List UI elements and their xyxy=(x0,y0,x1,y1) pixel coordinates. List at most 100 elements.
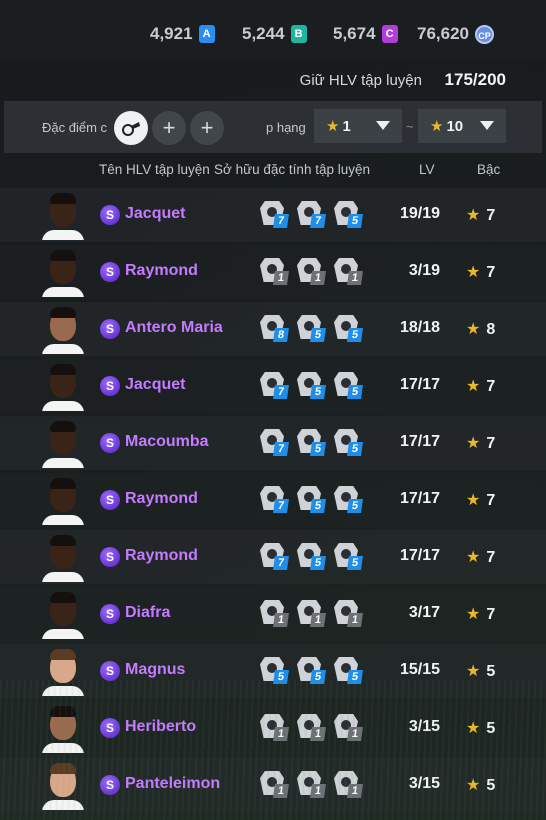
trait-slot[interactable]: 1 xyxy=(258,258,294,286)
trait-slot[interactable]: 5 xyxy=(332,429,368,457)
grade-s-badge: S xyxy=(100,262,120,282)
trait-slot[interactable]: 1 xyxy=(258,771,294,799)
trait-slot[interactable]: 5 xyxy=(295,543,331,571)
column-traits-header[interactable]: Sở hữu đặc tính tập luyện xyxy=(214,162,370,177)
trait-slot[interactable]: 7 xyxy=(258,372,294,400)
trait-level: 7 xyxy=(273,385,289,399)
trait-slot[interactable]: 1 xyxy=(258,600,294,628)
trait-slot[interactable]: 7 xyxy=(258,429,294,457)
trait-slot[interactable]: 1 xyxy=(258,714,294,742)
coach-level: 3/15 xyxy=(408,718,440,735)
coach-row[interactable]: S Macoumba 7 5 5 17/17 ★ 7 xyxy=(0,416,546,470)
trait-slot[interactable]: 5 xyxy=(332,486,368,514)
trait-slot[interactable]: 1 xyxy=(295,771,331,799)
trait-level: 7 xyxy=(273,556,289,570)
star-icon: ★ xyxy=(466,492,481,509)
trait-level: 5 xyxy=(347,442,363,456)
trait-slot[interactable]: 1 xyxy=(295,258,331,286)
coach-row[interactable]: S Panteleimon 1 1 1 3/15 ★ 5 xyxy=(0,758,546,812)
rank-filter-label: p hạng xyxy=(266,120,306,135)
star-icon: ★ xyxy=(466,663,481,680)
star-icon: ★ xyxy=(326,118,340,135)
star-icon: ★ xyxy=(466,378,481,395)
coach-rank: ★ 7 xyxy=(466,433,495,453)
coach-row[interactable]: S Diafra 1 1 1 3/17 ★ 7 xyxy=(0,587,546,641)
trait-slot[interactable]: 1 xyxy=(332,258,368,286)
column-rank-header[interactable]: Bậc xyxy=(477,162,500,177)
rank-from-select[interactable]: ★ 1 xyxy=(314,109,402,143)
trait-slot[interactable]: 5 xyxy=(295,372,331,400)
coach-row[interactable]: S Raymond 1 1 1 3/19 ★ 7 xyxy=(0,245,546,299)
chevron-down-icon xyxy=(376,121,390,130)
coach-name: Raymond xyxy=(125,490,198,507)
trait-slot[interactable]: 7 xyxy=(258,486,294,514)
coach-level: 18/18 xyxy=(399,319,440,336)
coach-name: Diafra xyxy=(125,604,171,621)
trait-level: 5 xyxy=(310,328,326,342)
table-header: Tên HLV tập luyện Sở hữu đặc tính tập lu… xyxy=(0,154,546,184)
coach-row[interactable]: S Jacquet 7 5 5 17/17 ★ 7 xyxy=(0,359,546,413)
trait-filter-slot-1[interactable] xyxy=(114,111,148,145)
coach-rank-value: 8 xyxy=(486,321,496,338)
rank-to-select[interactable]: ★ 10 xyxy=(418,109,506,143)
trait-level: 7 xyxy=(273,499,289,513)
coach-row[interactable]: S Antero Maria 8 5 5 18/18 ★ 8 xyxy=(0,302,546,356)
filter-bar: Đặc điểm c + + p hạng ★ 1 ~ ★ 10 xyxy=(4,101,542,153)
grade-s-badge: S xyxy=(100,433,120,453)
trait-slot[interactable]: 5 xyxy=(332,372,368,400)
trait-slot[interactable]: 5 xyxy=(295,486,331,514)
trait-level: 1 xyxy=(310,784,326,798)
coach-rank-value: 7 xyxy=(486,207,496,224)
trait-filter-add-1[interactable]: + xyxy=(152,111,186,145)
coach-row[interactable]: S Raymond 7 5 5 17/17 ★ 7 xyxy=(0,530,546,584)
trait-slot[interactable]: 7 xyxy=(258,201,294,229)
trait-slot[interactable]: 7 xyxy=(295,201,331,229)
currency-bar: 4,921 A 5,244 B 5,674 C 76,620 CP xyxy=(0,0,546,60)
coach-rank: ★ 7 xyxy=(466,547,495,567)
trait-level: 5 xyxy=(347,328,363,342)
trait-level: 1 xyxy=(273,613,289,627)
trait-level: 5 xyxy=(310,385,326,399)
coach-row[interactable]: S Raymond 7 5 5 17/17 ★ 7 xyxy=(0,473,546,527)
coach-row[interactable]: S Jacquet 7 7 5 19/19 ★ 7 xyxy=(0,188,546,242)
coach-list-panel: Giữ HLV tập luyện 175/200 Đặc điểm c + +… xyxy=(0,60,546,820)
trait-slot[interactable]: 5 xyxy=(295,429,331,457)
coach-avatar xyxy=(42,646,84,696)
coach-avatar xyxy=(42,703,84,753)
coach-avatar xyxy=(42,760,84,810)
coach-count-value: 175/200 xyxy=(444,70,506,89)
column-name-header[interactable]: Tên HLV tập luyện xyxy=(99,162,210,177)
trait-level: 5 xyxy=(347,385,363,399)
trait-slot[interactable]: 5 xyxy=(332,543,368,571)
coach-rank: ★ 5 xyxy=(466,775,495,795)
coach-row[interactable]: S Magnus 5 5 5 15/15 ★ 5 xyxy=(0,644,546,698)
rank-to-value: 10 xyxy=(446,117,464,135)
trait-level: 5 xyxy=(310,442,326,456)
trait-filter-add-2[interactable]: + xyxy=(190,111,224,145)
trait-slot[interactable]: 5 xyxy=(258,657,294,685)
coach-name: Raymond xyxy=(125,262,198,279)
star-icon: ★ xyxy=(466,321,481,338)
column-lv-header[interactable]: LV xyxy=(419,162,435,177)
trait-slot[interactable]: 1 xyxy=(332,771,368,799)
whistle-trait-icon xyxy=(122,122,140,136)
currency-b-icon: B xyxy=(290,25,307,43)
trait-level: 5 xyxy=(347,670,363,684)
trait-slot[interactable]: 8 xyxy=(258,315,294,343)
trait-slot[interactable]: 5 xyxy=(332,315,368,343)
trait-slot[interactable]: 1 xyxy=(295,600,331,628)
trait-slot[interactable]: 5 xyxy=(295,657,331,685)
coach-avatar xyxy=(42,589,84,639)
currency-cp: 76,620 CP xyxy=(417,24,494,44)
chevron-down-icon xyxy=(480,121,494,130)
trait-slot[interactable]: 1 xyxy=(295,714,331,742)
trait-slot[interactable]: 1 xyxy=(332,714,368,742)
coach-row[interactable]: S Heriberto 1 1 1 3/15 ★ 5 xyxy=(0,701,546,755)
trait-slot[interactable]: 1 xyxy=(332,600,368,628)
trait-slot[interactable]: 7 xyxy=(258,543,294,571)
trait-level: 8 xyxy=(273,328,289,342)
trait-slot[interactable]: 5 xyxy=(332,201,368,229)
trait-slot[interactable]: 5 xyxy=(332,657,368,685)
trait-slot[interactable]: 5 xyxy=(295,315,331,343)
coach-level: 17/17 xyxy=(399,433,440,450)
